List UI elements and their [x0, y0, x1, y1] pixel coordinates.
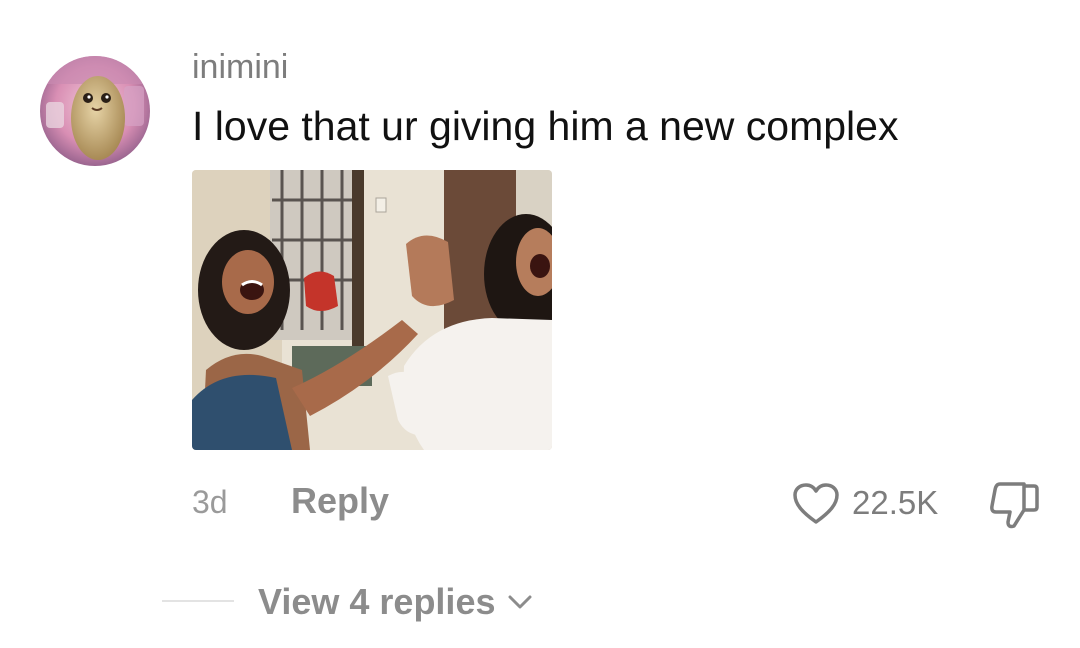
comment-text: I love that ur giving him a new complex [192, 103, 899, 149]
view-replies-label: View 4 replies [258, 581, 496, 622]
avatar[interactable] [40, 56, 150, 166]
replies-divider [162, 600, 234, 602]
heart-icon[interactable] [792, 482, 840, 526]
reply-button[interactable]: Reply [291, 480, 389, 522]
thumbs-down-icon[interactable] [986, 478, 1042, 530]
comment-username[interactable]: inimini [192, 44, 288, 90]
chevron-down-icon [508, 595, 532, 609]
view-replies-button[interactable]: View 4 replies [258, 578, 533, 626]
like-count: 22.5K [852, 484, 939, 521]
attached-gif[interactable] [192, 170, 552, 450]
comment-timestamp: 3d [192, 484, 228, 520]
gif-image [192, 170, 552, 450]
avatar-image [40, 56, 150, 166]
